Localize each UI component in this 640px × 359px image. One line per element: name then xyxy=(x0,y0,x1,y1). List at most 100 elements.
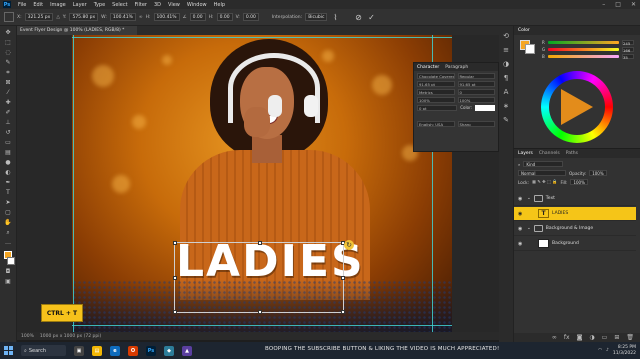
blue-value[interactable]: 35 xyxy=(622,54,634,60)
green-slider[interactable] xyxy=(548,48,619,51)
color-wheel[interactable] xyxy=(541,71,613,143)
transform-tool-icon[interactable] xyxy=(4,12,14,22)
paragraph-icon[interactable]: ¶ xyxy=(502,74,510,82)
angle-field[interactable]: 0.00 xyxy=(189,13,206,21)
horizontal-scale-field[interactable]: 100% xyxy=(457,97,495,103)
layer-group-background[interactable]: ◉ ⌄ Background & Image xyxy=(514,222,636,236)
edge-icon[interactable]: e xyxy=(110,345,120,356)
menu-type[interactable]: Type xyxy=(94,2,105,8)
red-slider[interactable] xyxy=(547,41,619,44)
menu-view[interactable]: View xyxy=(168,2,180,8)
language-select[interactable]: English: USA xyxy=(417,121,455,127)
close-icon[interactable]: ✕ xyxy=(631,1,636,8)
chevron-down-icon[interactable]: ⌄ xyxy=(527,196,531,201)
more-tools-icon[interactable]: … xyxy=(4,239,13,246)
zoom-level[interactable]: 100% xyxy=(21,334,34,339)
visibility-eye-icon[interactable]: ◉ xyxy=(518,196,524,202)
transform-handle-bc[interactable] xyxy=(258,310,262,314)
visibility-eye-icon[interactable]: ◉ xyxy=(518,226,524,232)
new-group-icon[interactable]: ▭ xyxy=(602,334,608,341)
blur-tool-icon[interactable]: ● xyxy=(4,159,13,166)
menu-layer[interactable]: Layer xyxy=(73,2,87,8)
quick-mask-icon[interactable]: ◘ xyxy=(4,268,13,275)
eyedropper-tool-icon[interactable]: ⁄ xyxy=(4,89,13,96)
document-tab[interactable]: Event Flyer Design @ 100% (LADIES, RGB/8… xyxy=(17,26,137,35)
warp-icon[interactable]: ⌇ xyxy=(330,12,340,22)
zoom-tool-icon[interactable]: ⌕ xyxy=(4,229,13,236)
quick-select-tool-icon[interactable]: ✎ xyxy=(4,59,13,66)
leading-field[interactable]: 91.65 pt xyxy=(457,81,495,87)
v-skew-field[interactable]: 0.00 xyxy=(242,13,259,21)
taskbar-search[interactable]: ⌕ Search xyxy=(21,345,66,356)
interpolation-select[interactable]: Bicubic xyxy=(305,13,328,21)
file-explorer-icon[interactable]: ▤ xyxy=(92,345,102,356)
link-icon[interactable]: ∞ xyxy=(139,15,143,20)
lasso-tool-icon[interactable]: ◌ xyxy=(4,49,13,56)
menu-3d[interactable]: 3D xyxy=(154,2,161,8)
opacity-field[interactable]: 100% xyxy=(589,170,607,176)
link-layers-icon[interactable]: ∞ xyxy=(552,334,557,341)
gradient-tool-icon[interactable]: ▤ xyxy=(4,149,13,156)
office-icon[interactable]: O xyxy=(128,345,138,356)
tab-channels[interactable]: Channels xyxy=(539,151,560,156)
glyphs-icon[interactable]: ∗ xyxy=(502,102,510,110)
menu-edit[interactable]: Edit xyxy=(33,2,43,8)
transform-handle-mr[interactable] xyxy=(341,276,345,280)
mask-icon[interactable]: ◙ xyxy=(577,334,583,341)
commit-transform-icon[interactable]: ✓ xyxy=(366,12,376,22)
new-layer-icon[interactable]: ⊞ xyxy=(614,334,619,341)
y-field[interactable]: 575.80 px xyxy=(69,13,99,21)
photoshop-taskbar-icon[interactable]: Ps xyxy=(146,345,156,356)
tab-paths[interactable]: Paths xyxy=(566,151,578,156)
hand-tool-icon[interactable]: ✋ xyxy=(4,219,13,226)
font-size-field[interactable]: 91.65 pt xyxy=(417,81,455,87)
adjustment-layer-icon[interactable]: ◑ xyxy=(589,334,594,341)
tab-character[interactable]: Character xyxy=(417,65,439,70)
stamp-tool-icon[interactable]: ⊥ xyxy=(4,119,13,126)
maximize-icon[interactable]: □ xyxy=(615,1,621,8)
baseline-shift-field[interactable]: 0 pt xyxy=(417,105,458,111)
windows-start-icon[interactable] xyxy=(4,346,13,355)
visibility-eye-icon[interactable]: ◉ xyxy=(518,211,524,217)
dodge-tool-icon[interactable]: ◐ xyxy=(4,169,13,176)
character-icon[interactable]: A xyxy=(502,88,510,96)
menu-help[interactable]: Help xyxy=(214,2,225,8)
blue-slider[interactable] xyxy=(547,55,619,58)
vertical-scale-field[interactable]: 100% xyxy=(417,97,455,103)
blend-mode-select[interactable]: Normal xyxy=(518,170,566,176)
font-style-select[interactable]: Regular xyxy=(457,73,495,79)
text-color-swatch[interactable] xyxy=(475,105,495,111)
background-color-swatch[interactable] xyxy=(7,257,15,265)
shape-tool-icon[interactable]: ▢ xyxy=(4,209,13,216)
minimize-icon[interactable]: – xyxy=(602,1,605,8)
anti-alias-select[interactable]: Sharp xyxy=(457,121,495,127)
transform-handle-bl[interactable] xyxy=(173,310,177,314)
transform-handle-tl[interactable] xyxy=(173,241,177,245)
properties-icon[interactable]: ≡ xyxy=(502,46,510,54)
red-value[interactable]: 245 xyxy=(622,40,634,46)
task-view-icon[interactable]: ▣ xyxy=(74,345,84,356)
menu-filter[interactable]: Filter xyxy=(135,2,147,8)
x-field[interactable]: 321.25 px xyxy=(24,13,54,21)
fill-field[interactable]: 100% xyxy=(570,179,588,185)
menu-file[interactable]: File xyxy=(18,2,26,8)
tab-color[interactable]: Color xyxy=(518,28,530,33)
menu-image[interactable]: Image xyxy=(50,2,66,8)
tracking-field[interactable]: 0 xyxy=(457,89,495,95)
history-icon[interactable]: ⟲ xyxy=(502,32,510,40)
panel-background-swatch[interactable] xyxy=(525,44,535,54)
kerning-field[interactable]: Metrics xyxy=(417,89,455,95)
taskbar-clock[interactable]: 8:25 PM 11/3/2022 xyxy=(613,345,636,356)
free-transform-box[interactable] xyxy=(173,241,345,314)
transform-handle-br[interactable] xyxy=(341,310,345,314)
brushes-icon[interactable]: ✎ xyxy=(502,116,510,124)
height-field[interactable]: 100.41% xyxy=(153,13,180,21)
brush-tool-icon[interactable]: ✐ xyxy=(4,109,13,116)
tab-layers[interactable]: Layers xyxy=(518,151,533,156)
lock-icons[interactable]: ▦ ✎ ✥ ⬚ 🔒 xyxy=(532,179,557,185)
pen-tool-icon[interactable]: ✒ xyxy=(4,179,13,186)
transform-handle-ml[interactable] xyxy=(173,276,177,280)
font-family-select[interactable]: Chocolate Covered... xyxy=(417,73,455,79)
eraser-tool-icon[interactable]: ▭ xyxy=(4,139,13,146)
move-tool-icon[interactable]: ✥ xyxy=(4,29,13,36)
